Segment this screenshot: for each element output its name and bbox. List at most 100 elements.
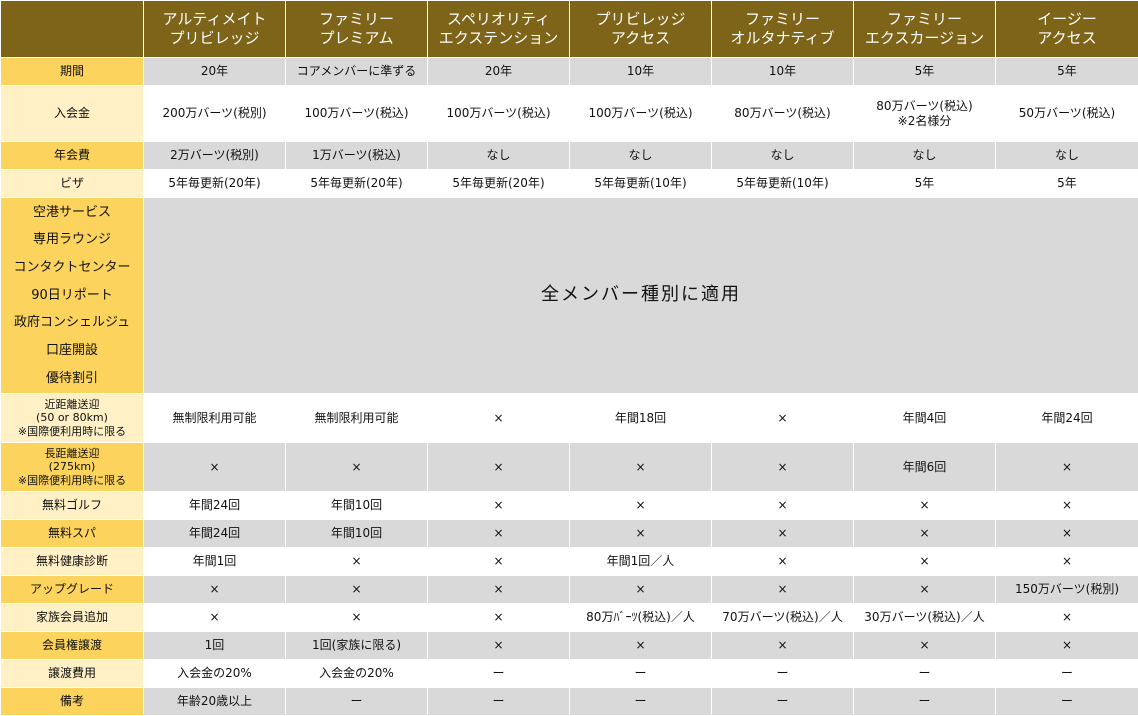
row-golf: 無料ゴルフ 年間24回 年間10回 × × × × × xyxy=(1,492,1138,520)
row-label: 無料スパ xyxy=(1,520,144,548)
row-label: ビザ xyxy=(1,170,144,198)
table-cell: なし xyxy=(996,142,1138,170)
table-cell: 100万バーツ(税込) xyxy=(286,86,428,142)
membership-comparison-table: アルティメイトプリビレッジ ファミリープレミアム スペリオリティエクステンション… xyxy=(0,0,1138,716)
table-cell: × xyxy=(286,604,428,632)
table-cell: ー xyxy=(854,688,996,716)
table-cell: × xyxy=(996,548,1138,576)
table-cell: × xyxy=(570,492,712,520)
table-cell: なし xyxy=(854,142,996,170)
row-period: 期間 20年 コアメンバーに準ずる 20年 10年 10年 5年 5年 xyxy=(1,58,1138,86)
row-label: 無料ゴルフ xyxy=(1,492,144,520)
table-cell: 入会金の20% xyxy=(286,660,428,688)
row-entry-fee: 入会金 200万バーツ(税別) 100万バーツ(税込) 100万バーツ(税込) … xyxy=(1,86,1138,142)
table-cell: × xyxy=(286,548,428,576)
table-cell: 30万バーツ(税込)／人 xyxy=(854,604,996,632)
table-cell: × xyxy=(996,632,1138,660)
table-cell: 年間4回 xyxy=(854,394,996,443)
table-cell: ー xyxy=(286,688,428,716)
row-label: 入会金 xyxy=(1,86,144,142)
table-cell: 年間1回／人 xyxy=(570,548,712,576)
header-easy-access: イージーアクセス xyxy=(996,1,1138,58)
table-cell: × xyxy=(712,394,854,443)
table-cell: × xyxy=(570,576,712,604)
table-cell: 年間18回 xyxy=(570,394,712,443)
table-cell: × xyxy=(286,443,428,492)
table-cell: 2万バーツ(税別) xyxy=(144,142,286,170)
table-cell: × xyxy=(996,520,1138,548)
table-cell: × xyxy=(854,576,996,604)
table-cell: 100万バーツ(税込) xyxy=(570,86,712,142)
table-cell: × xyxy=(428,632,570,660)
table-cell: ー xyxy=(428,688,570,716)
table-cell: 年間24回 xyxy=(996,394,1138,443)
row-label: 近距離送迎 (50 or 80km) ※国際便利用時に限る xyxy=(1,394,144,443)
table-cell: ー xyxy=(712,660,854,688)
merged-all-members-cell: 全メンバー種別に適用 xyxy=(144,198,1138,394)
table-cell: 年間24回 xyxy=(144,520,286,548)
header-row: アルティメイトプリビレッジ ファミリープレミアム スペリオリティエクステンション… xyxy=(1,1,1138,58)
table-cell: × xyxy=(144,443,286,492)
table-cell: 20年 xyxy=(428,58,570,86)
service-label: コンタクトセンター xyxy=(1,254,143,282)
table-cell: 10年 xyxy=(570,58,712,86)
row-transfer: 会員権譲渡 1回 1回(家族に限る) × × × × × xyxy=(1,632,1138,660)
header-corner xyxy=(1,1,144,58)
row-label: 備考 xyxy=(1,688,144,716)
table-cell: 1回(家族に限る) xyxy=(286,632,428,660)
table-cell: 5年毎更新(20年) xyxy=(428,170,570,198)
table-cell: × xyxy=(570,520,712,548)
table-cell: × xyxy=(712,443,854,492)
table-cell: 年間10回 xyxy=(286,492,428,520)
table-cell: ー xyxy=(996,688,1138,716)
table-cell: × xyxy=(570,632,712,660)
table-cell: 150万バーツ(税別) xyxy=(996,576,1138,604)
table-cell: 80万バーツ(税込)※2名様分 xyxy=(854,86,996,142)
table-cell: × xyxy=(286,576,428,604)
table-cell: × xyxy=(854,548,996,576)
row-annual-fee: 年会費 2万バーツ(税別) 1万バーツ(税込) なし なし なし なし なし xyxy=(1,142,1138,170)
table-cell: 5年 xyxy=(854,58,996,86)
row-label: 長距離送迎 (275km) ※国際便利用時に限る xyxy=(1,443,144,492)
table-cell: × xyxy=(428,443,570,492)
table-cell: 1回 xyxy=(144,632,286,660)
table-cell: 1万バーツ(税込) xyxy=(286,142,428,170)
table-cell: × xyxy=(712,520,854,548)
row-short-transfer: 近距離送迎 (50 or 80km) ※国際便利用時に限る 無制限利用可能 無制… xyxy=(1,394,1138,443)
table-cell: ー xyxy=(570,688,712,716)
table-cell: 無制限利用可能 xyxy=(144,394,286,443)
table-cell: 5年毎更新(10年) xyxy=(712,170,854,198)
header-family-excursion: ファミリーエクスカージョン xyxy=(854,1,996,58)
header-privilege-access: プリビレッジアクセス xyxy=(570,1,712,58)
header-family-premium: ファミリープレミアム xyxy=(286,1,428,58)
row-health-checkup: 無料健康診断 年間1回 × × 年間1回／人 × × × xyxy=(1,548,1138,576)
table-cell: コアメンバーに準ずる xyxy=(286,58,428,86)
service-label: 90日リポート xyxy=(1,282,143,310)
table-cell: 80万バーツ(税込) xyxy=(712,86,854,142)
row-label: 譲渡費用 xyxy=(1,660,144,688)
table-cell: 5年毎更新(20年) xyxy=(144,170,286,198)
table-cell: 入会金の20% xyxy=(144,660,286,688)
table-cell: なし xyxy=(570,142,712,170)
service-label: 優待割引 xyxy=(1,365,143,393)
table-cell: × xyxy=(854,492,996,520)
row-remarks: 備考 年齢20歳以上 ー ー ー ー ー ー xyxy=(1,688,1138,716)
row-spa: 無料スパ 年間24回 年間10回 × × × × × xyxy=(1,520,1138,548)
table-cell: × xyxy=(996,492,1138,520)
table-cell: × xyxy=(996,443,1138,492)
row-label: アップグレード xyxy=(1,576,144,604)
table-cell: × xyxy=(712,576,854,604)
service-label: 空港サービス xyxy=(1,199,143,227)
table-cell: 年間24回 xyxy=(144,492,286,520)
table-cell: 70万バーツ(税込)／人 xyxy=(712,604,854,632)
row-label: 期間 xyxy=(1,58,144,86)
table-cell: × xyxy=(570,443,712,492)
table-cell: なし xyxy=(428,142,570,170)
table-cell: 50万バーツ(税込) xyxy=(996,86,1138,142)
table-cell: 200万バーツ(税別) xyxy=(144,86,286,142)
table-cell: 年間6回 xyxy=(854,443,996,492)
table-cell: × xyxy=(428,492,570,520)
table-cell: × xyxy=(854,520,996,548)
table-cell: × xyxy=(428,520,570,548)
table-cell: 5年 xyxy=(854,170,996,198)
